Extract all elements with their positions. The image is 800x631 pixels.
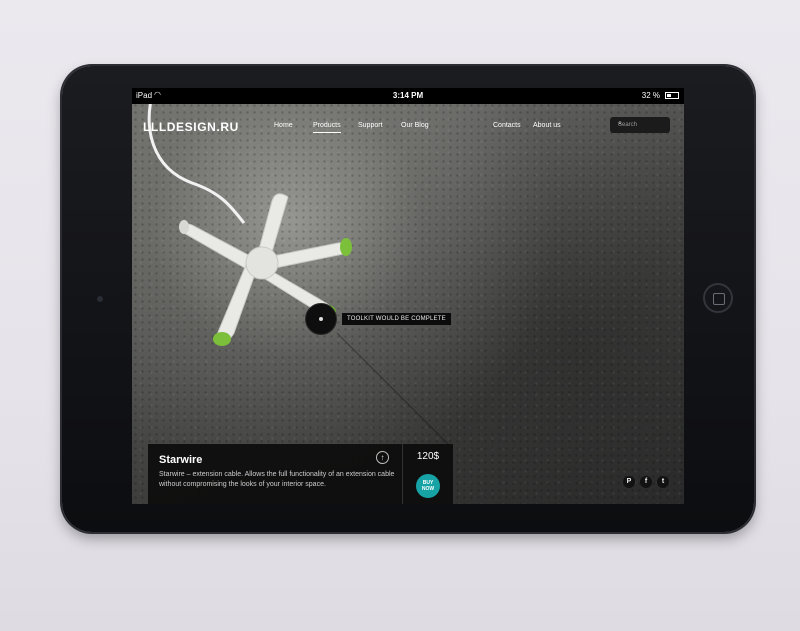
search-icon[interactable]: ⌕ — [618, 120, 664, 128]
nav-home[interactable]: Home — [274, 122, 293, 129]
buy-label-line-2: NOW — [421, 486, 435, 492]
status-bar: iPad ◠ 3:14 PM 32 % — [132, 88, 684, 104]
product-title: Starwire — [159, 454, 203, 466]
screen: iPad ◠ 3:14 PM 32 % LLLDESIGN.RU Home Pr… — [132, 88, 684, 504]
pinterest-icon[interactable]: P — [623, 476, 635, 488]
home-button[interactable] — [703, 283, 733, 313]
nav-contacts[interactable]: Contacts — [493, 122, 521, 129]
clock: 3:14 PM — [392, 91, 424, 100]
nav-products[interactable]: Products — [313, 122, 341, 133]
battery-percent: 32 % — [641, 91, 660, 100]
hotspot-tooltip: TOOLKIT WOULD BE COMPLETE — [342, 313, 451, 325]
hotspot-marker[interactable] — [305, 303, 337, 335]
nav-our-blog[interactable]: Our Blog — [401, 122, 429, 129]
arrow-up-icon[interactable]: ↑ — [376, 451, 389, 464]
facebook-icon[interactable]: f — [640, 476, 652, 488]
home-square-icon — [713, 293, 725, 305]
site-header: LLLDESIGN.RU Home Products Support Our B… — [132, 104, 684, 146]
site-logo[interactable]: LLLDESIGN.RU — [143, 120, 239, 134]
battery-icon — [665, 92, 679, 99]
buy-now-button[interactable]: BUY NOW — [416, 474, 440, 498]
hotspot-dot-icon — [319, 317, 323, 321]
background-texture — [132, 88, 684, 504]
front-camera — [97, 296, 103, 302]
nav-support[interactable]: Support — [358, 122, 383, 129]
product-description: Starwire – extension cable. Allows the f… — [159, 471, 395, 488]
product-card: Starwire Starwire – extension cable. All… — [148, 444, 453, 504]
twitter-icon[interactable]: t — [657, 476, 669, 488]
product-price: 120$ — [416, 451, 440, 462]
nav-about-us[interactable]: About us — [533, 122, 561, 129]
search-input[interactable]: Search ⌕ — [610, 117, 670, 133]
